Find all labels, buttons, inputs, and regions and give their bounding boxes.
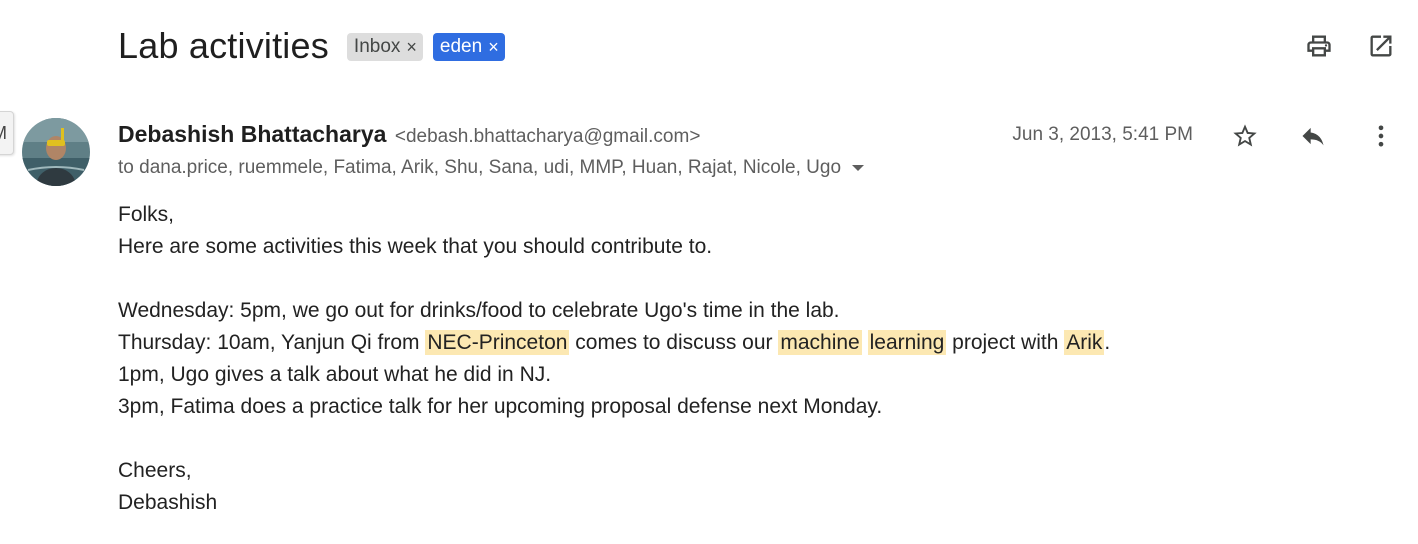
search-highlight: learning <box>867 330 947 355</box>
sender-line: Debashish Bhattacharya <debash.bhattacha… <box>118 121 700 148</box>
body-signature: Debashish <box>118 491 218 514</box>
reply-icon <box>1302 127 1324 146</box>
print-button[interactable] <box>1303 30 1335 62</box>
sender-email: <debash.bhattacharya@gmail.com> <box>394 126 701 147</box>
body-3pm: 3pm, Fatima does a practice talk for her… <box>118 395 883 418</box>
more-options-button[interactable] <box>1364 119 1398 153</box>
recipients-line: to dana.price, ruemmele, Fatima, Arik, S… <box>118 157 865 179</box>
body-signoff: Cheers, <box>118 459 192 482</box>
side-panel-tab[interactable]: M <box>0 111 14 155</box>
body-text: project with <box>946 331 1065 354</box>
search-highlight: Arik <box>1064 330 1105 355</box>
remove-label-icon[interactable]: × <box>488 38 499 56</box>
caret-down-icon <box>852 165 865 171</box>
label-chip-inbox[interactable]: Inbox × <box>346 33 423 61</box>
open-in-new-window-button[interactable] <box>1365 30 1397 62</box>
search-highlight: machine <box>778 330 862 355</box>
body-wednesday: Wednesday: 5pm, we go out for drinks/foo… <box>118 299 840 322</box>
body-text: comes to discuss our <box>569 331 779 354</box>
sender-name[interactable]: Debashish Bhattacharya <box>118 121 386 147</box>
email-subject: Lab activities <box>118 25 329 66</box>
email-date: Jun 3, 2013, 5:41 PM <box>1012 124 1193 145</box>
body-text: Thursday: 10am, Yanjun Qi from <box>118 331 426 354</box>
body-greeting: Folks, <box>118 203 175 226</box>
print-icon <box>1307 35 1331 57</box>
label-chip-eden[interactable]: eden × <box>432 33 505 61</box>
search-highlight: NEC-Princeton <box>425 330 570 355</box>
body-intro: Here are some activities this week that … <box>118 235 713 258</box>
reply-button[interactable] <box>1296 119 1330 153</box>
label-chip-text: Inbox <box>353 36 401 57</box>
remove-label-icon[interactable]: × <box>406 38 417 56</box>
more-vert-icon <box>1378 125 1384 147</box>
label-chip-text: eden <box>439 36 483 57</box>
body-1pm: 1pm, Ugo gives a talk about what he did … <box>118 363 552 386</box>
show-details-button[interactable] <box>851 163 865 173</box>
open-in-new-window-icon <box>1370 35 1392 57</box>
avatar-photo <box>22 118 90 186</box>
email-body: Folks, Here are some activities this wee… <box>118 199 1110 519</box>
body-blank-line <box>118 263 1110 295</box>
star-icon <box>1233 124 1257 147</box>
star-button[interactable] <box>1228 119 1262 153</box>
body-thursday: Thursday: 10am, Yanjun Qi from NEC-Princ… <box>118 327 1110 359</box>
avatar[interactable] <box>22 118 90 186</box>
body-text <box>862 331 868 354</box>
body-text: . <box>1104 331 1111 354</box>
side-panel-tab-text: M <box>0 123 7 144</box>
body-blank-line <box>118 423 1110 455</box>
subject-row: Lab activities Inbox × eden × <box>118 22 515 70</box>
recipients-list: to dana.price, ruemmele, Fatima, Arik, S… <box>118 157 842 178</box>
